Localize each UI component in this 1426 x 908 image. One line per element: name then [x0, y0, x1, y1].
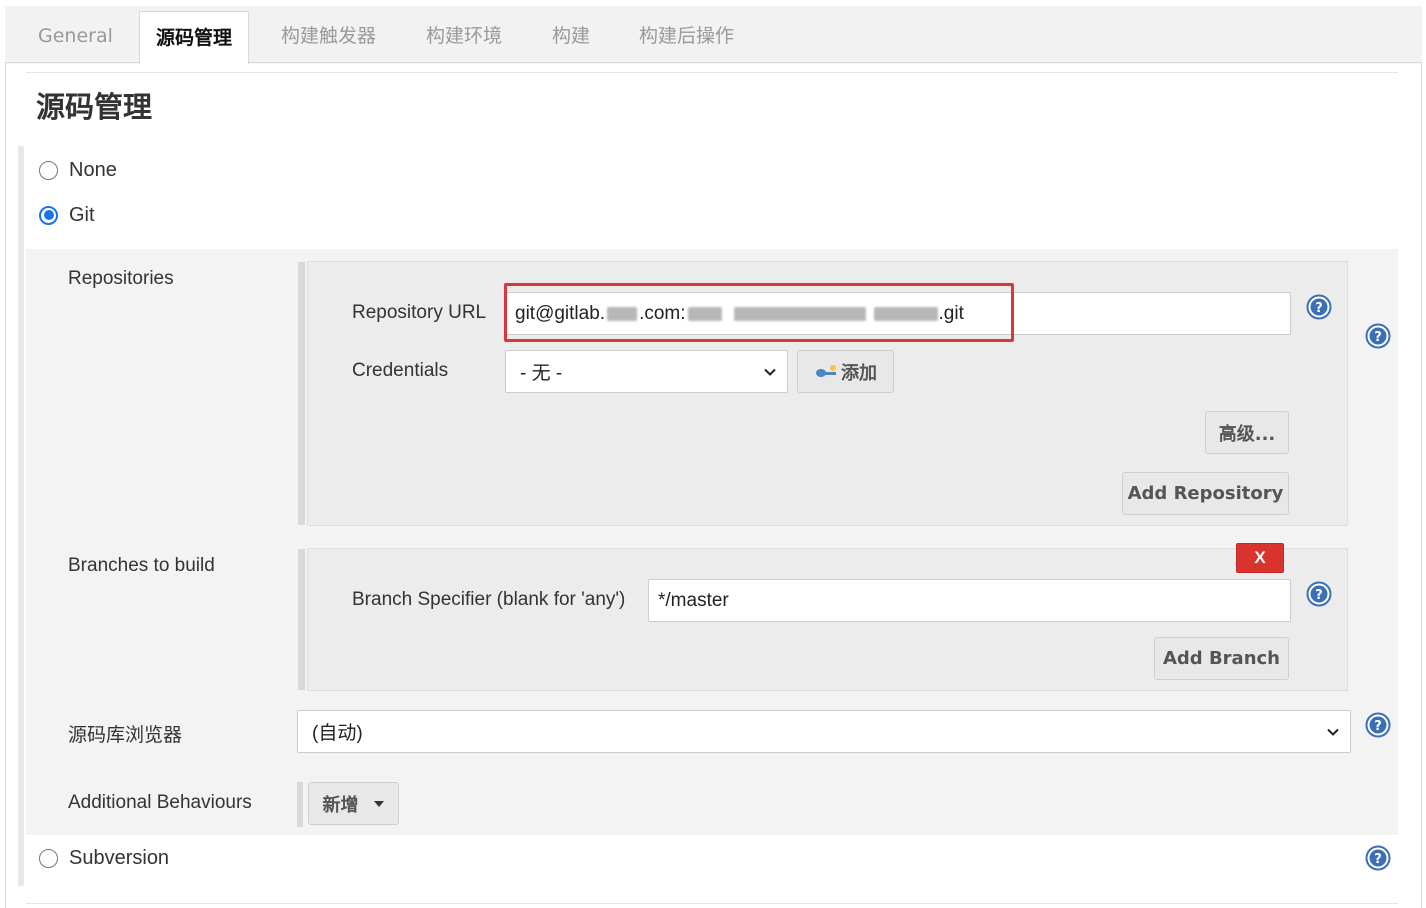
- key-icon: [816, 364, 836, 377]
- chevron-down-icon: [1327, 728, 1339, 736]
- radio-git[interactable]: [39, 205, 58, 225]
- advanced-button[interactable]: 高级...: [1205, 411, 1289, 454]
- add-behaviour-button[interactable]: 新增: [308, 782, 399, 825]
- left-indent-bar: [18, 146, 24, 886]
- add-credentials-button[interactable]: 添加: [797, 350, 894, 393]
- svg-text:?: ?: [1374, 719, 1382, 734]
- delete-branch-button[interactable]: X: [1236, 543, 1284, 573]
- repo-browser-value: (自动): [312, 723, 363, 744]
- add-branch-button[interactable]: Add Branch: [1154, 637, 1289, 680]
- svg-text:?: ?: [1315, 301, 1323, 316]
- scm-subversion-label: Subversion: [69, 846, 170, 869]
- branches-box: X Branch Specifier (blank for 'any') */m…: [298, 543, 1348, 691]
- scm-none-label: None: [69, 158, 117, 181]
- content-area: 源码管理 None Git Repositories Repository UR…: [6, 64, 1421, 908]
- repositories-bar: [298, 262, 305, 525]
- help-icon[interactable]: ?: [1365, 712, 1391, 738]
- tab-build-triggers[interactable]: 构建触发器: [265, 6, 392, 63]
- tab-build[interactable]: 构建: [536, 6, 606, 63]
- svg-text:?: ?: [1374, 852, 1382, 867]
- help-icon[interactable]: ?: [1306, 294, 1332, 320]
- scm-git-label: Git: [69, 203, 95, 226]
- tab-post-build[interactable]: 构建后操作: [623, 6, 750, 63]
- credentials-select[interactable]: - 无 -: [505, 350, 788, 393]
- add-credentials-label: 添加: [841, 362, 877, 384]
- add-repository-button[interactable]: Add Repository: [1122, 472, 1289, 515]
- credentials-label: Credentials: [352, 360, 449, 381]
- chevron-down-icon: [764, 368, 776, 376]
- tab-bar: General 源码管理 构建触发器 构建环境 构建 构建后操作: [5, 6, 1422, 69]
- section-divider: [26, 72, 1398, 73]
- behaviours-bar: [297, 782, 303, 827]
- help-icon[interactable]: ?: [1365, 323, 1391, 349]
- credentials-value: - 无 -: [520, 363, 563, 384]
- tab-build-environment[interactable]: 构建环境: [410, 6, 518, 63]
- svg-text:?: ?: [1315, 588, 1323, 603]
- section-title: 源码管理: [36, 90, 153, 124]
- git-settings-panel: Repositories Repository URL git@gitlab. …: [26, 249, 1398, 835]
- repo-browser-select[interactable]: (自动): [297, 710, 1351, 753]
- repositories-label: Repositories: [68, 268, 174, 289]
- branch-specifier-input[interactable]: */master: [648, 579, 1291, 622]
- url-highlight-box: [504, 283, 1014, 342]
- tab-source-management[interactable]: 源码管理: [139, 11, 250, 69]
- branches-label: Branches to build: [68, 555, 215, 576]
- help-icon[interactable]: ?: [1365, 845, 1391, 871]
- radio-none[interactable]: [39, 160, 58, 180]
- bottom-divider: [26, 903, 1398, 904]
- additional-behaviours-label: Additional Behaviours: [68, 792, 252, 813]
- add-behaviour-label: 新增: [322, 794, 359, 816]
- scm-option-git[interactable]: Git: [39, 200, 95, 230]
- help-icon[interactable]: ?: [1306, 581, 1332, 607]
- repository-url-label: Repository URL: [352, 302, 487, 323]
- caret-down-icon: [373, 800, 384, 807]
- branches-bar: [298, 549, 305, 690]
- tab-general[interactable]: General: [22, 6, 129, 63]
- branch-specifier-label: Branch Specifier (blank for 'any'): [352, 589, 626, 610]
- scm-option-subversion[interactable]: Subversion: [39, 843, 169, 873]
- svg-text:?: ?: [1374, 330, 1382, 345]
- repo-browser-label: 源码库浏览器: [68, 725, 183, 746]
- scm-option-none[interactable]: None: [39, 155, 117, 185]
- radio-subversion[interactable]: [39, 848, 58, 868]
